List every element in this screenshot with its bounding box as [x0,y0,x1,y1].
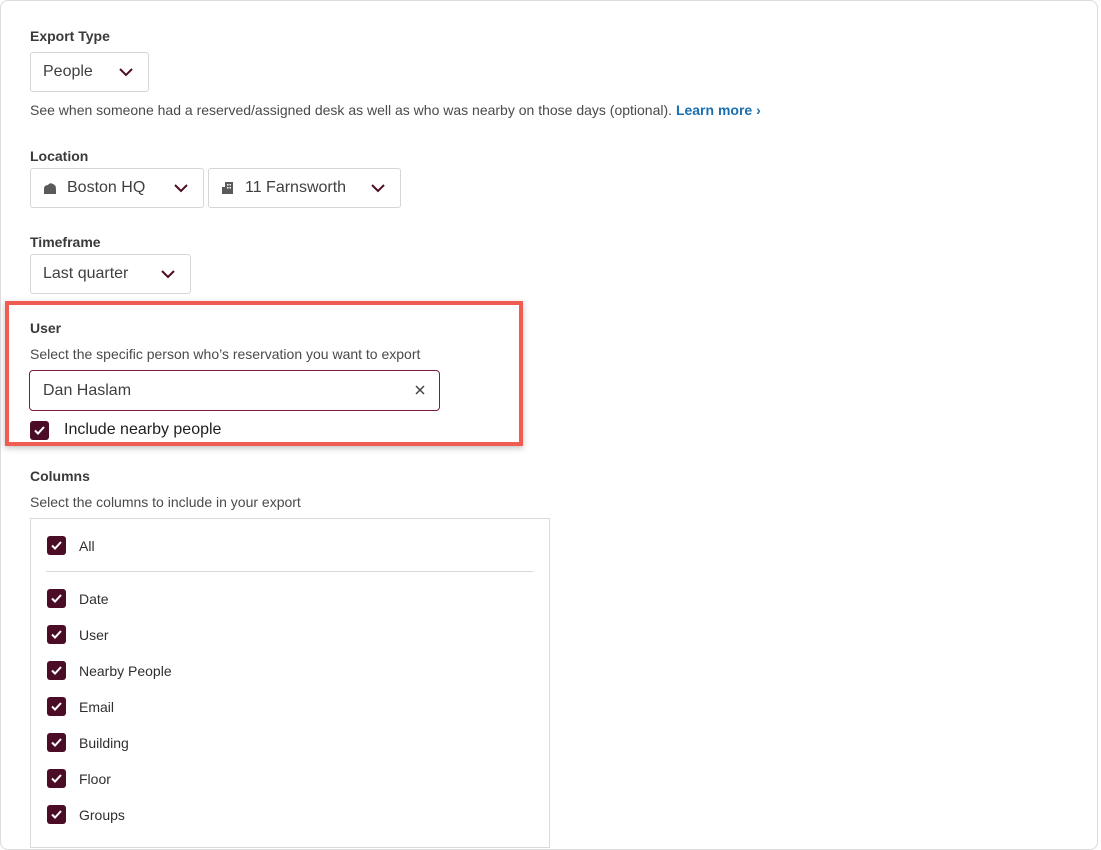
close-icon[interactable] [414,384,426,396]
building-select[interactable]: 11 Farnsworth [208,168,401,208]
user-label: User [30,320,62,336]
column-label-user: User [79,627,109,643]
export-type-value: People [43,63,93,80]
checkmark-icon [51,810,62,819]
column-checkbox-nearby-people[interactable] [47,661,66,680]
column-label-nearby-people: Nearby People [79,663,172,679]
site-select[interactable]: Boston HQ [30,168,204,208]
include-nearby-label: Include nearby people [64,421,222,438]
checkmark-icon [51,738,62,747]
building-value: 11 Farnsworth [245,179,347,196]
chevron-down-icon [119,68,133,77]
column-checkbox-floor[interactable] [47,769,66,788]
column-label-date: Date [79,591,109,607]
checkmark-icon [51,666,62,675]
site-value: Boston HQ [67,179,146,196]
columns-description: Select the columns to include in your ex… [30,494,301,510]
location-icon [43,181,57,195]
all-columns-checkbox[interactable] [47,536,66,555]
checkmark-icon [34,426,45,435]
column-checkbox-building[interactable] [47,733,66,752]
columns-label: Columns [30,468,90,484]
columns-divider [46,571,533,572]
timeframe-value: Last quarter [43,265,129,282]
columns-list [30,518,550,848]
checkmark-icon [51,630,62,639]
checkmark-icon [51,774,62,783]
all-columns-label: All [79,538,95,554]
checkmark-icon [51,702,62,711]
export-type-select[interactable]: People [30,52,149,92]
column-checkbox-email[interactable] [47,697,66,716]
export-type-description: See when someone had a reserved/assigned… [30,102,761,118]
building-icon [221,181,235,195]
column-checkbox-date[interactable] [47,589,66,608]
chevron-down-icon [371,184,385,193]
user-search-input[interactable]: Dan Haslam [29,370,440,411]
column-label-groups: Groups [79,807,125,823]
chevron-down-icon [161,270,175,279]
timeframe-select[interactable]: Last quarter [30,254,191,294]
column-label-floor: Floor [79,771,111,787]
user-description: Select the specific person who’s reserva… [30,346,421,362]
timeframe-label: Timeframe [30,234,101,250]
checkmark-icon [51,541,62,550]
column-label-email: Email [79,699,115,715]
chevron-down-icon [174,184,188,193]
user-value: Dan Haslam [43,381,132,399]
column-checkbox-groups[interactable] [47,805,66,824]
location-label: Location [30,148,89,164]
export-type-label: Export Type [30,28,110,44]
column-checkbox-user[interactable] [47,625,66,644]
learn-more-link[interactable]: Learn more › [676,102,761,118]
checkmark-icon [51,594,62,603]
include-nearby-checkbox[interactable] [30,421,49,440]
column-label-building: Building [79,735,129,751]
export-form-card: Export Type People See when someone had … [0,0,1098,850]
export-type-description-text: See when someone had a reserved/assigned… [30,102,673,118]
